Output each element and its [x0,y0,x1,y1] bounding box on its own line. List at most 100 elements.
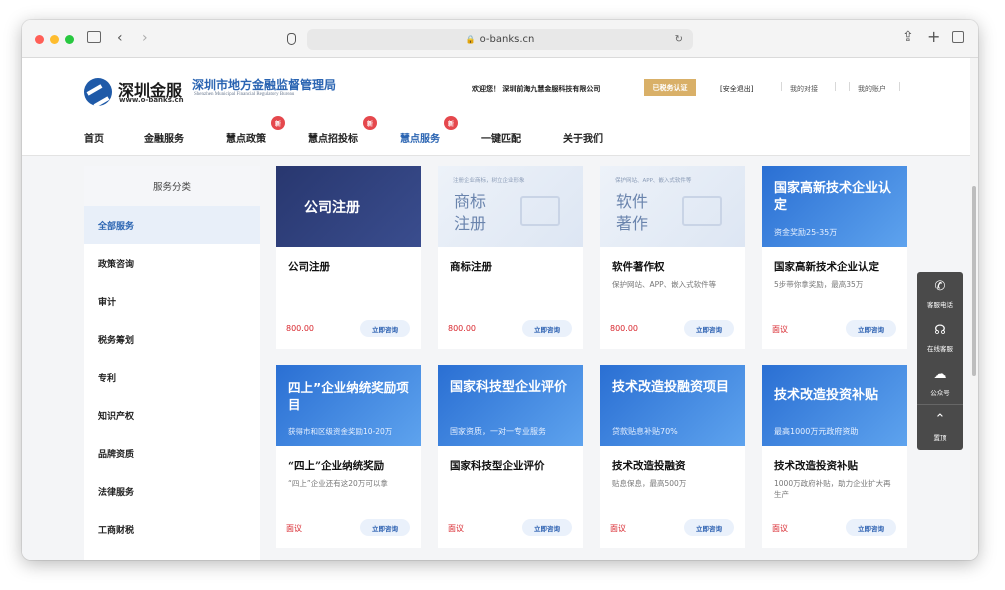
consult-button[interactable]: 立即咨询 [846,519,896,536]
consult-button[interactable]: 立即咨询 [360,320,410,337]
back-to-top-button[interactable]: ⌃ 置顶 [917,404,963,448]
bureau-name-en: Shenzhen Municipal Financial Regulatory … [194,92,295,97]
scrollbar-thumb[interactable] [972,186,976,376]
bureau-name: 深圳市地方金融监督管理局 [192,78,337,92]
address-bar[interactable]: 🔒 o-banks.cn ↻ [307,29,693,50]
service-card[interactable]: 技术改造投资补贴 最高1000万元政府资助 技术改造投资补贴 1000万政府补贴… [762,365,907,548]
close-window-button[interactable] [35,35,44,44]
customer-phone-button[interactable]: ✆ 客服电话 [917,272,963,316]
logo-domain: www.o-banks.cn [119,96,184,104]
image-placeholder-icon [682,196,722,226]
card-price: 面议 [286,524,302,533]
wechat-icon: ☁ [933,367,947,382]
service-card[interactable]: 技术改造投融资项目 贷款贴息补贴70% 技术改造投融资 贴息保息，最高500万 … [600,365,745,548]
nav-services[interactable]: 慧点服务 [400,130,440,145]
site-header: 深圳金服 www.o-banks.cn 深圳市地方金融监督管理局 Shenzhe… [22,58,970,156]
sidebar-item-tax[interactable]: 税务筹划 [84,320,260,358]
banner-title: 技术改造投资补贴 [774,388,879,403]
wechat-account-button[interactable]: ☁ 公众号 [917,360,963,404]
lock-icon: 🔒 [465,35,476,44]
nav-home[interactable]: 首页 [84,130,104,145]
top-icon: ⌃ [934,412,946,427]
consult-button[interactable]: 立即咨询 [522,519,572,536]
nav-policy[interactable]: 慧点政策 [226,130,266,145]
banner-title: 国家科技型企业评价 [450,380,568,395]
floating-contact-bar: ✆ 客服电话 ☊ 在线客服 ☁ 公众号 ⌃ 置顶 [917,272,963,450]
reload-icon[interactable]: ↻ [675,34,683,45]
nav-financial-services[interactable]: 金融服务 [144,130,184,145]
card-description: 1000万政府补贴，助力企业扩大再生产 [774,479,891,499]
card-title: 国家高新技术企业认定 [774,261,879,273]
sidebar-item-business-tax[interactable]: 工商财税 [84,510,260,548]
card-banner: 国家科技型企业评价 国家资质，一对一专业服务 [438,365,583,446]
banner-title: 软件 著作 [616,192,649,233]
image-placeholder-icon [520,196,560,226]
new-badge: 新 [271,116,285,130]
card-price: 800.00 [610,324,638,333]
logout-link[interactable]: [安全退出] [720,84,753,94]
website-viewport: 深圳金服 www.o-banks.cn 深圳市地方金融监督管理局 Shenzhe… [22,58,978,560]
online-service-button[interactable]: ☊ 在线客服 [917,316,963,360]
service-card[interactable]: 注册企业商标，树立企业形象 商标 注册 商标注册 800.00 立即咨询 [438,166,583,349]
consult-button[interactable]: 立即咨询 [360,519,410,536]
divider: | [898,82,902,92]
card-title: 软件著作权 [612,261,665,273]
card-banner: 四上”企业纳统奖励项目 获得市和区级资金奖励10-20万 [276,365,421,446]
service-card[interactable]: 四上”企业纳统奖励项目 获得市和区级资金奖励10-20万 “四上”企业纳统奖励 … [276,365,421,548]
card-title: 技术改造投资补贴 [774,460,858,472]
banner-subtitle: 国家资质，一对一专业服务 [450,427,546,436]
card-banner: 保护网站、APP、嵌入式软件等 软件 著作 [600,166,745,247]
consult-button[interactable]: 立即咨询 [846,320,896,337]
forward-icon[interactable]: › [142,31,148,45]
card-title: 公司注册 [288,261,330,273]
sidebar-item-policy[interactable]: 政策咨询 [84,244,260,282]
card-price: 800.00 [286,324,314,333]
card-description: “四上”企业还有这20万可以拿 [288,479,388,488]
card-banner: 注册企业商标，树立企业形象 商标 注册 [438,166,583,247]
nav-quick-match[interactable]: 一键匹配 [481,130,521,145]
service-card[interactable]: 国家科技型企业评价 国家资质，一对一专业服务 国家科技型企业评价 面议 立即咨询 [438,365,583,548]
banner-subtitle: 注册企业商标，树立企业形象 [453,178,525,184]
sidebar-item-brand[interactable]: 品牌资质 [84,434,260,472]
divider: | [780,82,784,92]
float-label: 客服电话 [927,301,953,309]
service-card[interactable]: 保护网站、APP、嵌入式软件等 软件 著作 软件著作权 保护网站、APP、嵌入式… [600,166,745,349]
minimize-window-button[interactable] [50,35,59,44]
card-banner: 公司注册 [276,166,421,247]
page-scrollbar[interactable] [970,58,978,560]
my-account-link[interactable]: 我的账户 [858,84,886,94]
zoom-window-button[interactable] [65,35,74,44]
sidebar-item-all[interactable]: 全部服务 [84,206,260,244]
float-label: 公众号 [930,389,950,397]
banner-subtitle: 资金奖励25-35万 [774,228,838,237]
my-docking-link[interactable]: 我的对接 [790,84,818,94]
sidebar-item-ip[interactable]: 知识产权 [84,396,260,434]
new-tab-icon[interactable]: + [927,29,940,45]
back-icon[interactable]: ‹ [117,31,123,45]
card-title: 技术改造投融资 [612,460,686,472]
privacy-shield-icon[interactable] [287,33,296,45]
consult-button[interactable]: 立即咨询 [684,320,734,337]
browser-toolbar: ‹ › 🔒 o-banks.cn ↻ ⇪ + [22,20,978,58]
consult-button[interactable]: 立即咨询 [684,519,734,536]
new-badge: 新 [444,116,458,130]
sidebar-toggle-icon[interactable] [87,31,101,43]
service-card[interactable]: 公司注册 公司注册 800.00 立即咨询 [276,166,421,349]
logo-icon[interactable] [84,78,112,106]
tab-overview-icon[interactable] [952,31,964,43]
sidebar-item-audit[interactable]: 审计 [84,282,260,320]
service-card[interactable]: 国家高新技术企业认定 资金奖励25-35万 国家高新技术企业认定 5步带你拿奖励… [762,166,907,349]
banner-title: 四上”企业纳统奖励项目 [288,380,409,412]
card-description: 5步带你拿奖励，最高35万 [774,280,864,289]
verified-badge: 已税务认证 [644,79,696,96]
nav-bidding[interactable]: 慧点招投标 [308,130,358,145]
card-banner: 国家高新技术企业认定 资金奖励25-35万 [762,166,907,247]
card-price: 800.00 [448,324,476,333]
share-icon[interactable]: ⇪ [902,30,914,44]
sidebar-item-legal[interactable]: 法律服务 [84,472,260,510]
float-label: 在线客服 [927,345,953,353]
nav-about[interactable]: 关于我们 [563,130,603,145]
banner-subtitle: 贷款贴息补贴70% [612,427,678,436]
sidebar-item-patent[interactable]: 专利 [84,358,260,396]
consult-button[interactable]: 立即咨询 [522,320,572,337]
